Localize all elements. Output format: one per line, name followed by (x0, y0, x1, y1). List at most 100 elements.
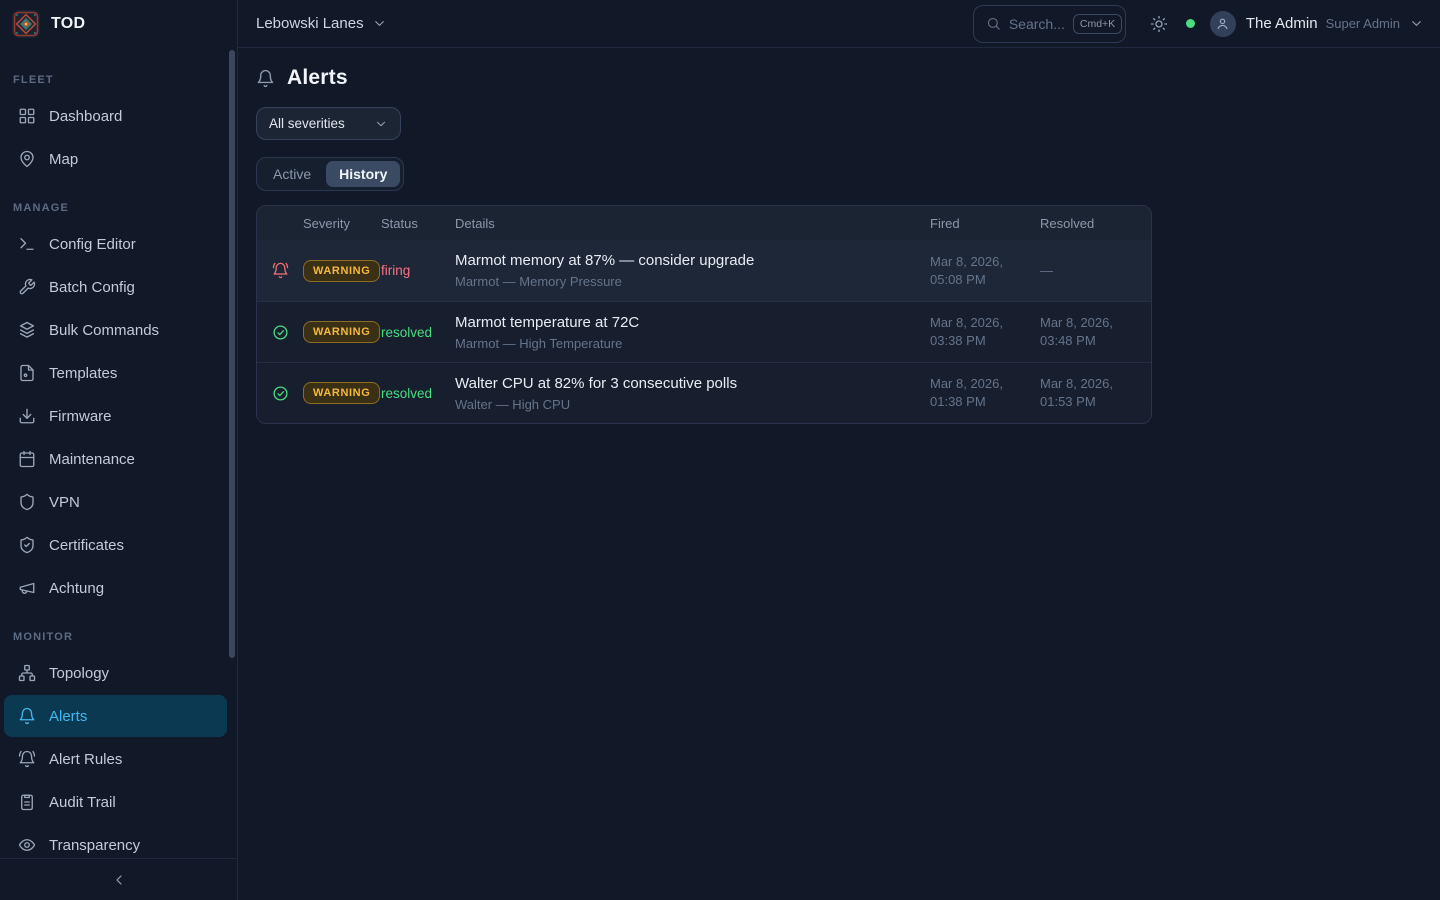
keyboard-shortcut-badge: Cmd+K (1073, 14, 1122, 34)
sun-icon (1150, 15, 1168, 33)
search-icon (986, 16, 1001, 31)
search-placeholder: Search... (1009, 16, 1065, 32)
sidebar-item-label: Alerts (49, 708, 87, 725)
network-icon (18, 664, 36, 682)
status-text: firing (381, 263, 455, 278)
sidebar-item-achtung[interactable]: Achtung (4, 567, 227, 609)
sidebar-collapse-button[interactable] (105, 866, 133, 894)
sidebar-item-label: VPN (49, 494, 80, 511)
alert-subtitle: Walter — High CPU (455, 397, 918, 412)
topbar: Lebowski Lanes Search... Cmd+K The Admin… (238, 0, 1440, 48)
severity-badge: WARNING (303, 260, 380, 282)
megaphone-icon (18, 579, 36, 597)
sidebar-item-label: Batch Config (49, 279, 135, 296)
resolved-time: Mar 8, 2026, 01:53 PM (1040, 375, 1151, 410)
section-label-fleet: FLEET (0, 64, 237, 94)
bell-ring-icon (18, 750, 36, 768)
table-row[interactable]: WARNING resolved Walter CPU at 82% for 3… (257, 362, 1151, 423)
terminal-icon (18, 235, 36, 253)
sidebar-item-vpn[interactable]: VPN (4, 481, 227, 523)
sidebar-item-label: Audit Trail (49, 794, 116, 811)
column-header-fired: Fired (930, 216, 1040, 231)
column-header-severity: Severity (303, 216, 381, 231)
table-header: Severity Status Details Fired Resolved (257, 206, 1151, 240)
alerts-tabs: Active History (256, 157, 404, 191)
brand: TOD (0, 0, 237, 48)
column-header-details: Details (455, 216, 930, 231)
sidebar-item-alert-rules[interactable]: Alert Rules (4, 738, 227, 780)
map-pin-icon (18, 150, 36, 168)
bell-ring-icon (272, 262, 289, 279)
sidebar-item-topology[interactable]: Topology (4, 652, 227, 694)
bell-icon (256, 69, 275, 88)
chevron-down-icon (374, 117, 388, 131)
alert-title: Marmot memory at 87% — consider upgrade (455, 252, 918, 269)
sidebar-item-label: Dashboard (49, 108, 122, 125)
sidebar-item-alerts[interactable]: Alerts (4, 695, 227, 737)
sidebar-item-templates[interactable]: Templates (4, 352, 227, 394)
sidebar-item-batch-config[interactable]: Batch Config (4, 266, 227, 308)
fired-time: Mar 8, 2026, 05:08 PM (930, 253, 1040, 288)
chevron-down-icon (372, 16, 387, 31)
sidebar-item-label: Achtung (49, 580, 104, 597)
check-circle-icon (272, 324, 289, 341)
column-header-status: Status (381, 216, 455, 231)
brand-name: TOD (51, 15, 85, 33)
tab-active[interactable]: Active (260, 161, 324, 187)
alert-subtitle: Marmot — Memory Pressure (455, 274, 918, 289)
sidebar-item-certificates[interactable]: Certificates (4, 524, 227, 566)
sidebar-item-config-editor[interactable]: Config Editor (4, 223, 227, 265)
theme-toggle-button[interactable] (1150, 15, 1168, 33)
status-text: resolved (381, 325, 455, 340)
severity-filter-select[interactable]: All severities (256, 107, 401, 140)
download-icon (18, 407, 36, 425)
topbar-right: Search... Cmd+K The Admin Super Admin (973, 5, 1424, 43)
table-row[interactable]: WARNING firing Marmot memory at 87% — co… (257, 240, 1151, 301)
alert-title: Walter CPU at 82% for 3 consecutive poll… (455, 375, 918, 392)
page-title-row: Alerts (256, 66, 1422, 90)
sidebar-item-label: Topology (49, 665, 109, 682)
sidebar-item-transparency[interactable]: Transparency (4, 824, 227, 858)
sidebar-item-map[interactable]: Map (4, 138, 227, 180)
page-title: Alerts (287, 66, 348, 90)
severity-badge: WARNING (303, 382, 380, 404)
sidebar-item-bulk-commands[interactable]: Bulk Commands (4, 309, 227, 351)
table-row[interactable]: WARNING resolved Marmot temperature at 7… (257, 301, 1151, 362)
user-role: Super Admin (1326, 16, 1400, 31)
sidebar-item-label: Maintenance (49, 451, 135, 468)
org-switcher[interactable]: Lebowski Lanes (256, 15, 387, 32)
shield-icon (18, 493, 36, 511)
avatar (1210, 11, 1236, 37)
fired-time: Mar 8, 2026, 01:38 PM (930, 375, 1040, 410)
column-header-resolved: Resolved (1040, 216, 1151, 231)
resolved-time: Mar 8, 2026, 03:48 PM (1040, 314, 1151, 349)
alert-title: Marmot temperature at 72C (455, 314, 918, 331)
section-label-manage: MANAGE (0, 192, 237, 222)
fired-time: Mar 8, 2026, 03:38 PM (930, 314, 1040, 349)
section-label-monitor: MONITOR (0, 621, 237, 651)
sidebar-item-label: Alert Rules (49, 751, 122, 768)
org-switcher-label: Lebowski Lanes (256, 15, 364, 32)
user-menu[interactable]: The Admin Super Admin (1210, 11, 1424, 37)
brand-logo-icon (12, 10, 40, 38)
wrench-icon (18, 278, 36, 296)
resolved-time: — (1040, 262, 1151, 280)
sidebar-item-audit-trail[interactable]: Audit Trail (4, 781, 227, 823)
status-text: resolved (381, 386, 455, 401)
sidebar-scrollbar[interactable] (229, 50, 235, 658)
main: Lebowski Lanes Search... Cmd+K The Admin… (238, 0, 1440, 900)
shield-check-icon (18, 536, 36, 554)
sidebar-item-dashboard[interactable]: Dashboard (4, 95, 227, 137)
tab-history[interactable]: History (326, 161, 400, 187)
sidebar-item-label: Map (49, 151, 78, 168)
sidebar-item-firmware[interactable]: Firmware (4, 395, 227, 437)
file-icon (18, 364, 36, 382)
search-input[interactable]: Search... Cmd+K (973, 5, 1126, 43)
sidebar-item-label: Firmware (49, 408, 112, 425)
layers-icon (18, 321, 36, 339)
sidebar-item-maintenance[interactable]: Maintenance (4, 438, 227, 480)
chevron-down-icon (1409, 16, 1424, 31)
sidebar-item-label: Templates (49, 365, 117, 382)
severity-filter-value: All severities (269, 116, 345, 131)
online-status-dot (1186, 19, 1195, 28)
